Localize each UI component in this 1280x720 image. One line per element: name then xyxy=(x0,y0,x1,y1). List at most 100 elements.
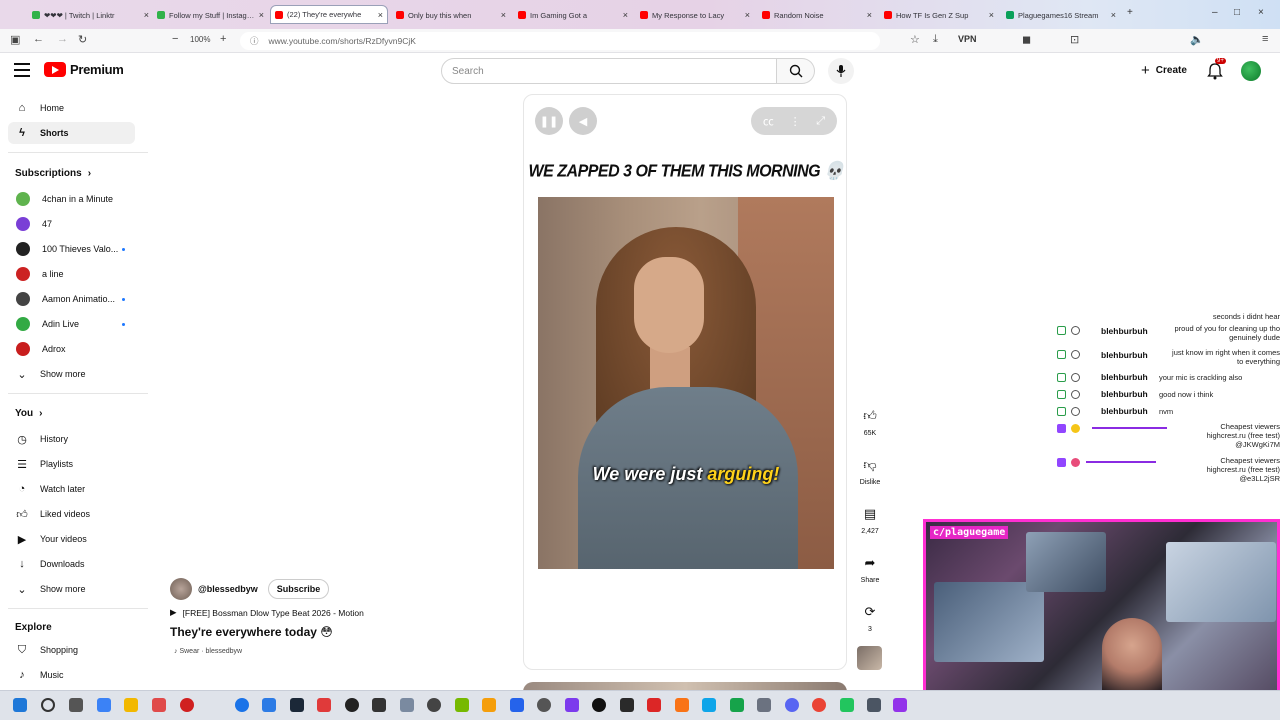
short-player[interactable]: ❚❚ ◀ ㏄ ⋮ ⤢ WE ZAPPED 3 OF THEM THIS MORN… xyxy=(523,94,847,670)
app-icon[interactable] xyxy=(235,698,249,712)
video-frame[interactable]: We were just arguing! xyxy=(538,197,834,569)
volume-icon[interactable]: 🔈 xyxy=(1190,33,1204,46)
browser-tab[interactable]: Follow my Stuff | Instagram × xyxy=(153,5,268,25)
you-header[interactable]: You › xyxy=(15,408,43,419)
zoom-in-icon[interactable]: + xyxy=(220,33,226,45)
comments-button[interactable]: ▤ 2,427 xyxy=(853,503,887,535)
download-icon[interactable]: ⤓ xyxy=(933,33,938,46)
app-icon[interactable] xyxy=(675,698,689,712)
app-icon[interactable] xyxy=(592,698,606,712)
browser-tab-active[interactable]: (22) They're everywhe × xyxy=(270,5,388,24)
app-icon[interactable] xyxy=(840,698,854,712)
search-button[interactable] xyxy=(777,58,815,84)
nvidia-icon[interactable] xyxy=(455,698,469,712)
sidebar-item-shorts[interactable]: ϟ Shorts xyxy=(8,122,135,144)
app-icon[interactable] xyxy=(317,698,331,712)
app-icon[interactable] xyxy=(345,698,359,712)
app-icon[interactable] xyxy=(372,698,386,712)
remix-button[interactable]: ⟳ 3 xyxy=(853,601,887,633)
sidebar-item-your-videos[interactable]: ▶ Your videos xyxy=(8,528,135,550)
app-icon[interactable] xyxy=(262,698,276,712)
zoom-out-icon[interactable]: − xyxy=(172,33,178,45)
sidebar-item-liked-videos[interactable]: 👍︎ Liked videos xyxy=(8,503,135,525)
app-icon[interactable] xyxy=(180,698,194,712)
sidebar-item-home[interactable]: ⌂ Home xyxy=(8,97,135,119)
channel-name[interactable]: @blessedbyw xyxy=(198,584,258,594)
sidebar-sub-item[interactable]: Aamon Animatio... xyxy=(8,288,135,310)
sound-thumbnail[interactable] xyxy=(857,646,882,670)
close-tab-icon[interactable]: × xyxy=(144,10,149,20)
subscribe-button[interactable]: Subscribe xyxy=(267,579,330,599)
pause-button[interactable]: ❚❚ xyxy=(535,107,563,135)
app-icon[interactable] xyxy=(620,698,634,712)
sidebar-item-downloads[interactable]: ↓ Downloads xyxy=(8,553,135,575)
fullscreen-icon[interactable]: ⤢ xyxy=(816,115,825,128)
minimize-icon[interactable]: – xyxy=(1212,7,1218,18)
sidebar-sub-item[interactable]: 100 Thieves Valo... xyxy=(8,238,135,260)
volume-button[interactable]: ◀ xyxy=(569,107,597,135)
site-info-icon[interactable]: ⓘ xyxy=(250,35,259,47)
sidebar-sub-item[interactable]: Adrox xyxy=(8,338,135,360)
browser-tab[interactable]: Im Gaming Got a × xyxy=(514,5,632,25)
sidebar-toggle-icon[interactable]: ▣ xyxy=(10,33,20,46)
more-options-icon[interactable]: ⋮ xyxy=(790,115,801,128)
browser-tab[interactable]: ❤❤❤ | Twitch | Linktr × xyxy=(28,5,153,25)
app-icon[interactable] xyxy=(537,698,551,712)
sidebar-item-shopping[interactable]: ⛉ Shopping xyxy=(8,639,135,661)
discord-icon[interactable] xyxy=(785,698,799,712)
sidebar-item-playlists[interactable]: ☰ Playlists xyxy=(8,453,135,475)
close-tab-icon[interactable]: × xyxy=(867,10,872,20)
reload-icon[interactable]: ↻ xyxy=(78,33,87,46)
address-bar[interactable]: ⓘ www.youtube.com/shorts/RzDfyvn9CjK xyxy=(240,32,880,50)
steam-icon[interactable] xyxy=(290,698,304,712)
browser-icon[interactable] xyxy=(152,698,166,712)
menu-dots-icon[interactable]: ≡ xyxy=(1262,33,1268,45)
app-icon[interactable] xyxy=(757,698,771,712)
close-tab-icon[interactable]: × xyxy=(623,10,628,20)
sound-link[interactable]: ♪ Swear · blessedbyw xyxy=(174,648,242,655)
browser-tab[interactable]: Plaguegames16 Stream × xyxy=(1002,5,1120,25)
app-icon[interactable] xyxy=(482,698,496,712)
vpn-app-icon[interactable] xyxy=(565,698,579,712)
app-icon[interactable] xyxy=(702,698,716,712)
forward-icon[interactable]: → xyxy=(57,33,68,45)
browser-tab[interactable]: Random Noise × xyxy=(758,5,876,25)
subscriptions-header[interactable]: Subscriptions › xyxy=(15,168,91,179)
youtube-premium-logo[interactable]: Premium xyxy=(44,62,124,77)
app-icon[interactable] xyxy=(812,698,826,712)
show-more-subscriptions[interactable]: ⌄ Show more xyxy=(8,363,135,385)
show-more-you[interactable]: ⌄ Show more xyxy=(8,578,135,600)
sidebar-item-history[interactable]: ◷ History xyxy=(8,428,135,450)
extensions-icon[interactable]: ◼ xyxy=(1022,33,1031,46)
share-button[interactable]: ➦ Share xyxy=(853,552,887,584)
search-input[interactable]: Search xyxy=(441,58,777,84)
close-tab-icon[interactable]: × xyxy=(1111,10,1116,20)
browser-tab[interactable]: Only buy this when × xyxy=(392,5,510,25)
vpn-button[interactable]: VPN xyxy=(958,34,977,44)
sidebar-sub-item[interactable]: a line xyxy=(8,263,135,285)
back-icon[interactable]: ← xyxy=(33,33,44,45)
bookmark-star-icon[interactable]: ☆ xyxy=(910,33,920,46)
dislike-button[interactable]: 👎︎ Dislike xyxy=(853,454,887,486)
hamburger-menu-icon[interactable] xyxy=(14,63,30,77)
app-icon[interactable] xyxy=(97,698,111,712)
account-avatar[interactable] xyxy=(1241,61,1261,81)
app-icon[interactable] xyxy=(647,698,661,712)
close-tab-icon[interactable]: × xyxy=(259,10,264,20)
notifications-bell-icon[interactable] xyxy=(1207,62,1223,80)
create-button[interactable]: + Create xyxy=(1141,62,1187,79)
like-button[interactable]: 👍︎ 65K xyxy=(853,405,887,437)
app-icon[interactable] xyxy=(510,698,524,712)
file-explorer-icon[interactable] xyxy=(124,698,138,712)
app-icon[interactable] xyxy=(893,698,907,712)
close-tab-icon[interactable]: × xyxy=(501,10,506,20)
app-icon[interactable] xyxy=(427,698,441,712)
app-icon[interactable] xyxy=(400,698,414,712)
song-row[interactable]: ▶ [FREE] Bossman Dlow Type Beat 2026 - M… xyxy=(170,607,364,618)
app-icon[interactable] xyxy=(730,698,744,712)
close-tab-icon[interactable]: × xyxy=(989,10,994,20)
close-tab-icon[interactable]: × xyxy=(378,10,383,20)
maximize-icon[interactable]: □ xyxy=(1234,7,1240,18)
browser-tab[interactable]: My Response to Lacy × xyxy=(636,5,754,25)
captions-icon[interactable]: ㏄ xyxy=(763,113,774,129)
